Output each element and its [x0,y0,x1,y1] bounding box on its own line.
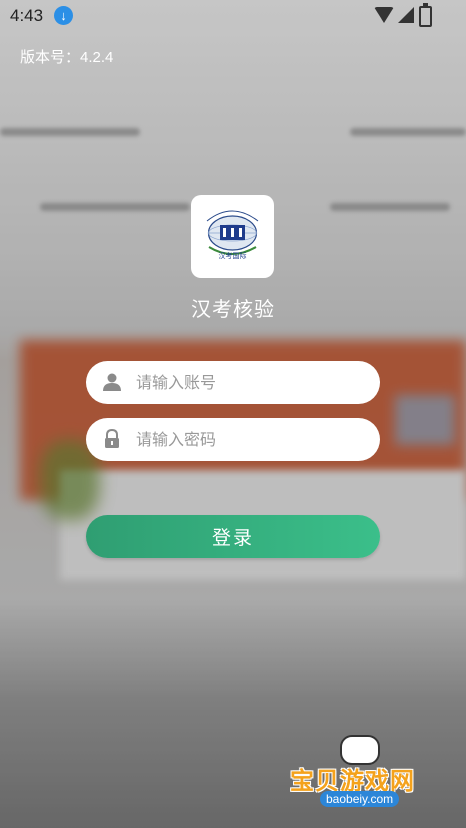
logo-caption: 汉考国际 [219,251,247,260]
lock-icon [105,429,119,448]
account-field[interactable] [86,361,380,406]
login-button[interactable]: 登录 [86,515,380,558]
signal-icon [398,7,414,23]
download-icon: ↓ [54,6,73,25]
app-logo: 汉考国际 [191,195,274,278]
wifi-icon [374,7,394,23]
version-label: 版本号：4.2.4 [20,49,114,66]
watermark-url: baobeiy.com [320,791,400,807]
background-photo [0,0,466,828]
password-input[interactable] [134,418,368,463]
status-time: 4:43 [10,6,44,25]
password-field[interactable] [86,418,380,463]
watermark: 宝贝游戏网 baobeiy.com [290,735,440,815]
battery-icon [419,6,432,27]
chinese-testing-international-logo-icon: 汉考国际 [206,210,259,260]
user-icon [103,373,121,391]
status-bar: 4:43 ↓ [0,0,466,32]
account-input[interactable] [134,361,368,406]
app-title: 汉考核验 [191,299,275,321]
